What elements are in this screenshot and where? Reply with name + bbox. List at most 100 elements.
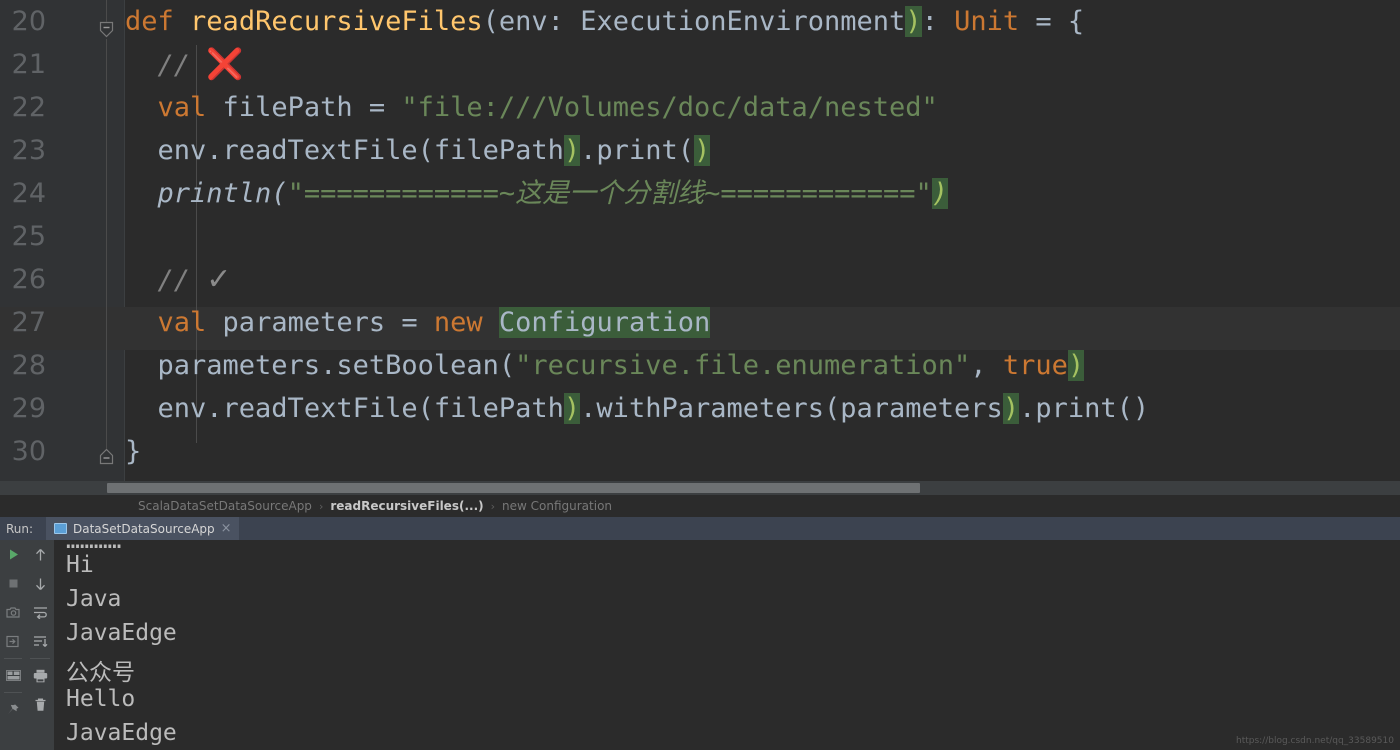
code-line-22[interactable]: val filePath = "file:///Volumes/doc/data…	[125, 86, 938, 129]
check-mark-icon: ✓	[206, 262, 231, 297]
run-console-output[interactable]: ………… Hi Java JavaEdge 公众号 Hello JavaEdge…	[54, 540, 1400, 750]
toolbar-divider	[4, 692, 22, 693]
comment-slashes: //	[158, 265, 191, 296]
breadcrumb-item-method[interactable]: readRecursiveFiles(...)	[330, 499, 483, 513]
code-line-23[interactable]: env.readTextFile(filePath).print()	[125, 129, 710, 172]
console-line: Java	[66, 586, 121, 612]
code-line-20[interactable]: def readRecursiveFiles(env: ExecutionEnv…	[125, 0, 1084, 43]
call-setboolean: parameters.setBoolean(	[158, 350, 516, 381]
code-line-30[interactable]: }	[125, 430, 141, 473]
arrow-down-icon[interactable]	[26, 569, 54, 598]
line-number: 21	[0, 43, 46, 86]
line-number: 28	[0, 344, 46, 387]
call-println: println(	[158, 178, 288, 209]
matched-paren-close: )	[564, 135, 580, 166]
matched-paren-close: )	[932, 178, 948, 209]
pin-icon[interactable]	[0, 695, 26, 724]
matched-paren-close: )	[1068, 350, 1084, 381]
export-arrow-icon[interactable]	[0, 627, 26, 656]
colon: :	[922, 6, 955, 37]
method-name: readRecursiveFiles	[190, 6, 483, 37]
var-assign: parameters =	[206, 307, 434, 338]
space	[483, 307, 499, 338]
class-configuration: Configuration	[499, 307, 710, 338]
line-number: 22	[0, 86, 46, 129]
matched-paren-close: )	[564, 393, 580, 424]
arrow-up-icon[interactable]	[26, 540, 54, 569]
comment-slashes: //	[158, 50, 191, 81]
fold-connector-line-2	[106, 39, 107, 449]
string-literal-separator: "============~这是一个分割线~============"	[288, 178, 932, 209]
call-readtextfile: env.readTextFile(filePath	[158, 393, 564, 424]
keyword-new: new	[434, 307, 483, 338]
open-brace: = {	[1019, 6, 1084, 37]
comma: ,	[970, 350, 1003, 381]
rerun-button[interactable]	[0, 540, 26, 569]
code-line-21[interactable]: // ❌	[125, 43, 244, 87]
toolbar-divider	[4, 658, 22, 659]
console-line: JavaEdge	[66, 720, 177, 746]
breadcrumb-item-statement[interactable]: new Configuration	[502, 499, 612, 513]
run-toolbar-right	[26, 540, 54, 750]
fold-collapse-end-icon[interactable]	[97, 447, 116, 466]
toolbar-divider	[30, 658, 50, 659]
fold-connector-line	[106, 0, 107, 22]
call-print: .print()	[1019, 393, 1149, 424]
string-literal-filepath: "file:///Volumes/doc/data/nested"	[401, 92, 937, 123]
stop-button[interactable]	[0, 569, 26, 598]
breadcrumb-separator-icon: ›	[319, 500, 323, 513]
printer-icon[interactable]	[26, 661, 54, 690]
paren-open: (	[678, 135, 694, 166]
keyword-val: val	[158, 92, 207, 123]
line-number: 20	[0, 0, 46, 43]
code-line-28[interactable]: parameters.setBoolean("recursive.file.en…	[125, 344, 1084, 387]
line-number: 30	[0, 430, 46, 473]
line-number: 23	[0, 129, 46, 172]
line-number: 24	[0, 172, 46, 215]
console-line: Hello	[66, 686, 135, 712]
line-number: 25	[0, 215, 46, 258]
console-line: JavaEdge	[66, 620, 177, 646]
params: (env: ExecutionEnvironment	[483, 6, 906, 37]
cross-mark-icon: ❌	[206, 47, 243, 82]
layout-grid-icon[interactable]	[0, 661, 26, 690]
run-tab-title: DataSetDataSourceApp	[73, 522, 215, 536]
close-icon[interactable]: ×	[221, 521, 232, 536]
string-literal-recursive: "recursive.file.enumeration"	[515, 350, 970, 381]
line-number: 27	[0, 301, 46, 344]
call-withparameters: .withParameters(parameters	[580, 393, 1003, 424]
boolean-true: true	[1003, 350, 1068, 381]
camera-icon[interactable]	[0, 598, 26, 627]
line-number: 29	[0, 387, 46, 430]
run-tab[interactable]: DataSetDataSourceApp ×	[46, 517, 239, 540]
matched-paren-close: )	[1003, 393, 1019, 424]
console-line: 公众号	[66, 653, 135, 687]
close-brace: }	[125, 436, 141, 467]
soft-wrap-icon[interactable]	[26, 598, 54, 627]
code-line-27[interactable]: val parameters = new Configuration	[125, 301, 710, 344]
run-window-label: Run:	[0, 522, 46, 536]
code-line-26[interactable]: // ✓	[125, 258, 231, 302]
code-line-29[interactable]: env.readTextFile(filePath).withParameter…	[125, 387, 1149, 430]
editor-horizontal-scrollbar[interactable]	[0, 481, 1400, 495]
breadcrumb-separator-icon: ›	[491, 500, 495, 513]
keyword-def: def	[125, 6, 174, 37]
matched-paren-close: )	[694, 135, 710, 166]
code-editor[interactable]: 20 21 22 23 24 25 26 27 28 29 30 31 def …	[0, 0, 1400, 495]
code-line-24[interactable]: println("============~这是一个分割线~==========…	[125, 172, 948, 215]
var-assign: filePath =	[206, 92, 401, 123]
scroll-end-icon[interactable]	[26, 627, 54, 656]
trash-icon[interactable]	[26, 690, 54, 719]
watermark-text: https://blog.csdn.net/qq_33589510	[1236, 736, 1394, 746]
run-tool-window-header: Run: DataSetDataSourceApp ×	[0, 517, 1400, 540]
scrollbar-thumb[interactable]	[107, 483, 920, 493]
run-toolbar-left	[0, 540, 26, 750]
fold-collapse-icon[interactable]	[97, 20, 116, 39]
line-number: 26	[0, 258, 46, 301]
matched-paren-close: )	[905, 6, 921, 37]
call-print: .print	[580, 135, 678, 166]
breadcrumb: ScalaDataSetDataSourceApp › readRecursiv…	[0, 495, 1400, 517]
run-config-icon	[54, 523, 67, 534]
breadcrumb-item-class[interactable]: ScalaDataSetDataSourceApp	[138, 499, 312, 513]
console-line: Hi	[66, 552, 94, 578]
